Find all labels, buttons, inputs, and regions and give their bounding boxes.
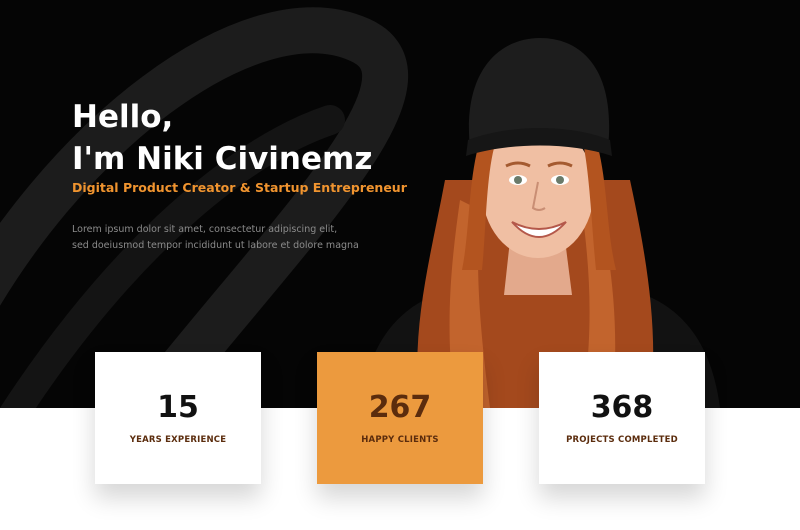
stat-value: 368 xyxy=(590,390,654,425)
greeting-text: Hello, xyxy=(72,99,174,135)
name-text: I'm Niki Civinemz xyxy=(72,141,373,177)
hero-headline: Hello, I'm Niki Civinemz xyxy=(72,96,372,180)
hero-section: Hello, I'm Niki Civinemz Digital Product… xyxy=(0,0,800,408)
stat-label: PROJECTS COMPLETED xyxy=(566,435,678,445)
stat-card-happy-clients: 267 HAPPY CLIENTS xyxy=(317,352,483,484)
stat-label: HAPPY CLIENTS xyxy=(361,435,439,445)
stat-label: YEARS EXPERIENCE xyxy=(129,435,227,445)
description-line-2: sed doeiusmod tempor incididunt ut labor… xyxy=(72,240,359,251)
description-line-1: Lorem ipsum dolor sit amet, consectetur … xyxy=(72,224,338,235)
stat-value: 15 xyxy=(157,390,199,425)
hero-description: Lorem ipsum dolor sit amet, consectetur … xyxy=(72,222,359,254)
stat-value: 267 xyxy=(368,390,432,425)
stat-card-projects-completed: 368 PROJECTS COMPLETED xyxy=(539,352,705,484)
stat-card-years-experience: 15 YEARS EXPERIENCE xyxy=(95,352,261,484)
